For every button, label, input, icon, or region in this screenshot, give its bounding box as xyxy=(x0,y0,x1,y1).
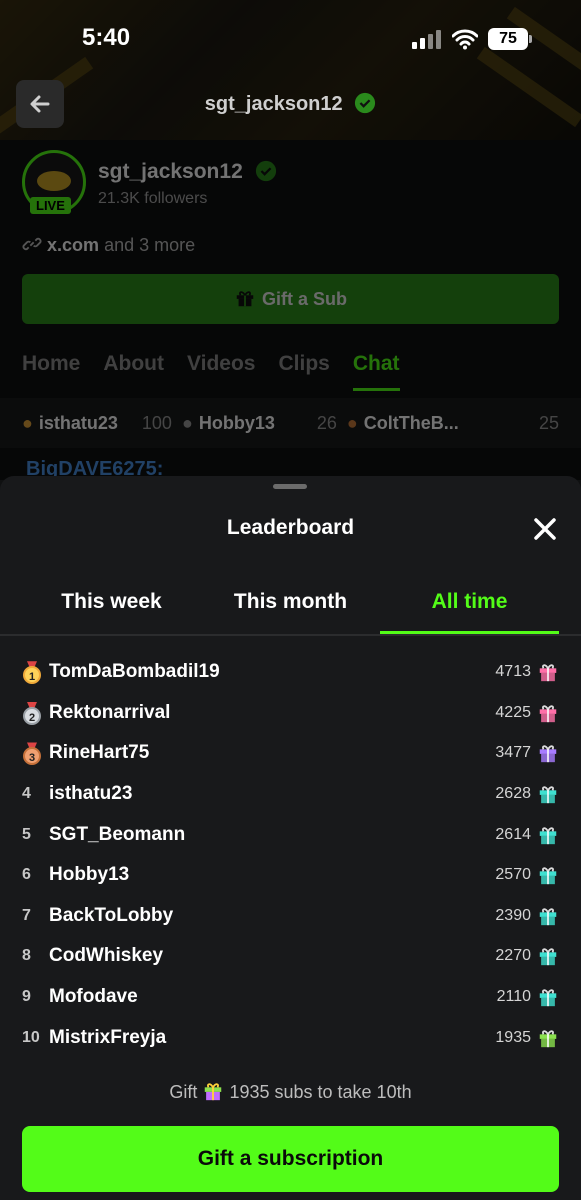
rank-number: 8 xyxy=(22,947,31,965)
rank-number: 9 xyxy=(22,988,31,1006)
username[interactable]: Rektonarrival xyxy=(49,702,495,724)
tab-this-week[interactable]: This week xyxy=(22,576,201,634)
gift-count: 2270 xyxy=(495,947,531,965)
top-gifter-name: isthatu23 xyxy=(38,412,118,433)
tab-videos[interactable]: Videos xyxy=(187,352,255,391)
leaderboard-row[interactable]: 9 Mofodave 2110 xyxy=(22,977,559,1018)
gift-count: 2614 xyxy=(495,825,531,843)
leaderboard-row[interactable]: 6 Hobby13 2570 xyxy=(22,855,559,896)
tab-clips[interactable]: Clips xyxy=(279,352,330,391)
rank-number: 10 xyxy=(22,1028,40,1046)
tab-about[interactable]: About xyxy=(103,352,164,391)
silver-medal-icon: ● xyxy=(181,412,193,433)
verified-icon xyxy=(255,160,276,182)
username[interactable]: BackToLobby xyxy=(49,905,495,927)
gift-icon xyxy=(539,908,557,926)
bronze-medal-icon: ● xyxy=(346,412,358,433)
leaderboard-row[interactable]: 1 TomDaBombadil19 4713 xyxy=(22,652,559,693)
channel-name: sgt_jackson12 xyxy=(98,160,277,184)
leaderboard-row[interactable]: 8 CodWhiskey 2270 xyxy=(22,936,559,977)
gold-medal-icon: ● xyxy=(22,412,33,433)
gift-icon xyxy=(539,948,557,966)
gift-icon xyxy=(539,786,557,804)
verified-icon xyxy=(355,92,376,114)
gift-a-sub-button[interactable]: Gift a Sub xyxy=(22,274,559,324)
follower-count: 21.3K followers xyxy=(98,190,208,207)
top-gifter-name: Hobby13 xyxy=(198,412,275,433)
gift-icon xyxy=(539,705,557,723)
username[interactable]: Mofodave xyxy=(49,986,497,1008)
username[interactable]: CodWhiskey xyxy=(49,945,495,967)
leaderboard-row[interactable]: 7 BackToLobby 2390 xyxy=(22,896,559,937)
top-gifter-count: 100 xyxy=(141,412,172,433)
gift-icon xyxy=(539,664,557,682)
username[interactable]: Hobby13 xyxy=(49,864,495,886)
tab-all-time[interactable]: All time xyxy=(380,576,559,634)
username[interactable]: SGT_Beomann xyxy=(49,824,495,846)
username[interactable]: MistrixFreyja xyxy=(49,1027,495,1049)
wifi-icon xyxy=(452,29,478,50)
gift-icon xyxy=(539,745,557,763)
tabs-divider xyxy=(0,634,581,636)
leaderboard-row[interactable]: 3 RineHart75 3477 xyxy=(22,733,559,774)
leaderboard-sheet: Leaderboard This week This month All tim… xyxy=(0,476,581,1200)
gold-medal-icon: 1 xyxy=(22,661,42,685)
silver-medal-icon: 2 xyxy=(22,701,42,725)
gift-count: 2110 xyxy=(496,988,531,1006)
gift-count: 4713 xyxy=(495,663,531,681)
top-gifters-bar: ● isthatu23 100 ● Hobby13 26 ● ColtTheB.… xyxy=(0,398,581,448)
gift-count: 4225 xyxy=(495,703,531,721)
sheet-grabber[interactable] xyxy=(273,484,307,489)
cellular-signal-icon xyxy=(412,30,441,49)
leaderboard-row[interactable]: 2 Rektonarrival 4225 xyxy=(22,693,559,734)
gift-count: 2628 xyxy=(495,785,531,803)
username[interactable]: RineHart75 xyxy=(49,742,495,764)
leaderboard-row[interactable]: 4 isthatu23 2628 xyxy=(22,774,559,815)
battery-icon: 75 xyxy=(488,28,532,50)
gift-icon xyxy=(539,1029,557,1047)
rank-number: 5 xyxy=(22,825,31,843)
status-bar: 5:40 75 xyxy=(0,0,581,80)
gift-hint: Gift 1935 subs to take 10th xyxy=(169,1082,412,1102)
leaderboard-row[interactable]: 5 SGT_Beomann 2614 xyxy=(22,814,559,855)
gift-count: 3477 xyxy=(495,744,531,762)
tab-home[interactable]: Home xyxy=(22,352,80,391)
bronze-medal-icon: 3 xyxy=(22,742,42,766)
rank-number: 6 xyxy=(22,866,31,884)
gift-count: 2570 xyxy=(495,866,531,884)
tab-this-month[interactable]: This month xyxy=(201,576,380,634)
rank-number: 4 xyxy=(22,785,31,803)
sheet-title: Leaderboard xyxy=(226,516,355,539)
gift-count: 2390 xyxy=(495,906,531,924)
link-icon xyxy=(22,237,42,251)
username[interactable]: TomDaBombadil19 xyxy=(49,661,495,683)
gift-icon xyxy=(539,989,557,1007)
close-icon[interactable] xyxy=(530,514,560,544)
gift-icon xyxy=(205,1083,222,1101)
top-gifter-count: 25 xyxy=(538,412,559,433)
rank-number: 7 xyxy=(22,906,31,924)
leaderboard-row[interactable]: 10 MistrixFreyja 1935 xyxy=(22,1017,559,1058)
gift-icon xyxy=(539,867,557,885)
social-links[interactable]: x.com and 3 more xyxy=(22,234,195,256)
channel-tabs: Home About Videos Clips Chat xyxy=(22,352,400,391)
gift-subscription-button[interactable]: Gift a subscription xyxy=(22,1126,559,1192)
tab-chat[interactable]: Chat xyxy=(352,352,400,391)
status-time: 5:40 xyxy=(82,24,131,51)
leaderboard-list: 1 TomDaBombadil19 4713 2 Rektonarrival 4225 3 R… xyxy=(22,652,559,1058)
period-tabs: This week This month All time xyxy=(22,576,559,634)
gift-icon xyxy=(539,827,557,844)
header-title: sgt_jackson12 xyxy=(0,92,581,116)
gift-count: 1935 xyxy=(495,1028,531,1046)
username[interactable]: isthatu23 xyxy=(49,783,495,805)
live-badge: LIVE xyxy=(30,197,71,214)
gift-icon xyxy=(236,291,254,307)
top-gifter-count: 26 xyxy=(316,412,337,433)
top-gifter-name: ColtTheB... xyxy=(363,412,459,433)
